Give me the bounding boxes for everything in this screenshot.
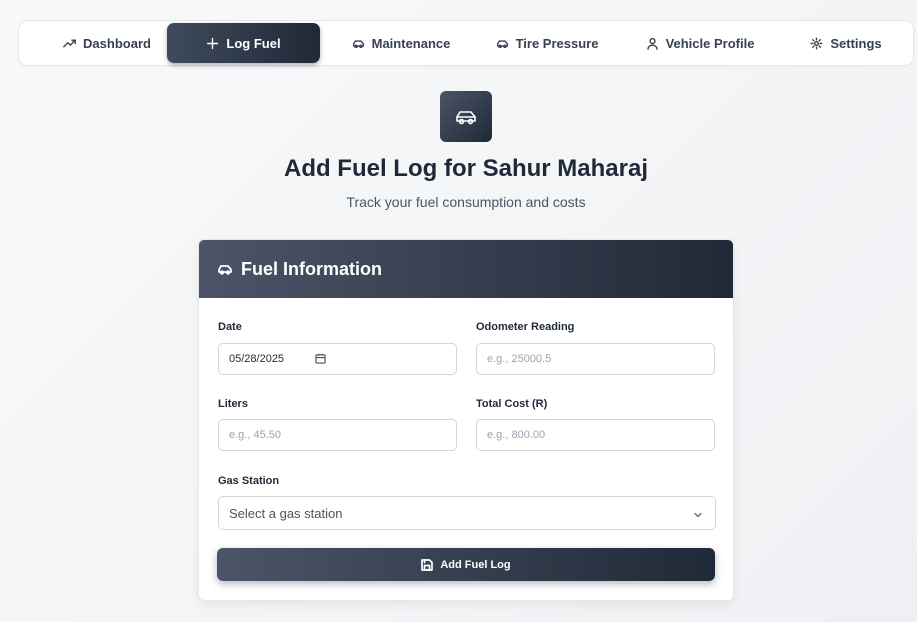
- car-icon: [352, 39, 364, 48]
- tab-label: Tire Pressure: [515, 35, 599, 51]
- date-label: Date: [218, 321, 242, 333]
- cost-field[interactable]: e.g., 800.00: [476, 419, 715, 451]
- fuel-form-card: Fuel Information Date 05/28/2025 Odomete…: [198, 239, 734, 601]
- station-label: Gas Station: [218, 475, 280, 487]
- tab-settings[interactable]: Settings: [779, 23, 913, 63]
- card-title: Fuel Information: [241, 258, 382, 279]
- tab-label: Vehicle Profile: [665, 35, 755, 51]
- tab-log-fuel[interactable]: Log Fuel: [167, 23, 320, 63]
- trending-up-icon: [63, 39, 76, 47]
- chevron-down-icon: [693, 508, 703, 518]
- liters-label: Liters: [218, 398, 248, 410]
- save-icon: [421, 558, 434, 571]
- odometer-field[interactable]: e.g., 25000.5: [476, 343, 715, 375]
- gear-icon: [810, 37, 823, 49]
- car-icon: [218, 265, 232, 275]
- cost-placeholder: e.g., 800.00: [487, 429, 546, 441]
- page-subtitle: Track your fuel consumption and costs: [346, 194, 586, 210]
- odometer-label: Odometer Reading: [476, 321, 575, 333]
- date-value: 05/28/2025: [229, 353, 285, 365]
- user-icon: [646, 37, 658, 50]
- car-icon: [456, 110, 476, 124]
- tab-vehicle-profile[interactable]: Vehicle Profile: [621, 23, 779, 63]
- tab-label: Log Fuel: [226, 35, 281, 51]
- tab-label: Settings: [830, 35, 882, 51]
- car-icon: [496, 39, 508, 48]
- tab-label: Maintenance: [371, 35, 451, 51]
- top-nav: Dashboard Log Fuel Maintenance Tire Pres…: [18, 20, 914, 66]
- plus-icon: [207, 37, 219, 49]
- hero-car-badge: [440, 91, 492, 142]
- tab-label: Dashboard: [83, 35, 151, 51]
- tab-maintenance[interactable]: Maintenance: [329, 23, 473, 63]
- cost-label: Total Cost (R): [476, 398, 548, 410]
- odometer-placeholder: e.g., 25000.5: [487, 353, 552, 365]
- liters-placeholder: e.g., 45.50: [229, 429, 281, 441]
- page-title: Add Fuel Log for Sahur Maharaj: [283, 155, 649, 182]
- calendar-icon[interactable]: [315, 353, 327, 365]
- station-placeholder: Select a gas station: [229, 505, 343, 521]
- date-field[interactable]: 05/28/2025: [218, 343, 457, 375]
- tab-tire-pressure[interactable]: Tire Pressure: [477, 23, 617, 63]
- tab-dashboard[interactable]: Dashboard: [37, 23, 177, 63]
- submit-label: Add Fuel Log: [440, 558, 511, 571]
- station-select[interactable]: Select a gas station: [218, 496, 716, 530]
- add-fuel-log-button[interactable]: Add Fuel Log: [217, 548, 715, 581]
- liters-field[interactable]: e.g., 45.50: [218, 419, 457, 451]
- card-header: Fuel Information: [199, 240, 733, 298]
